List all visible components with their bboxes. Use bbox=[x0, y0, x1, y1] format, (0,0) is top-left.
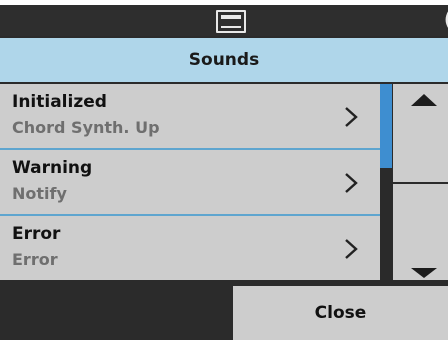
list-item-value: Error bbox=[12, 250, 58, 269]
scroll-up-button[interactable] bbox=[393, 84, 448, 182]
status-bar: ( bbox=[0, 0, 448, 36]
list-item-name: Error bbox=[12, 224, 61, 244]
list-item-name: Warning bbox=[12, 158, 93, 178]
page-header: Sounds bbox=[0, 38, 448, 82]
page-title: Sounds bbox=[188, 50, 260, 70]
scroll-down-button[interactable] bbox=[393, 184, 448, 280]
close-button-label: Close bbox=[314, 303, 367, 323]
list-item-value: Chord Synth. Up bbox=[12, 118, 160, 137]
list-item-name: Initialized bbox=[12, 92, 107, 112]
list-item-value: Notify bbox=[12, 184, 67, 203]
close-button[interactable]: Close bbox=[233, 286, 448, 340]
arrow-down-icon bbox=[411, 268, 437, 278]
sounds-list: Initialized Chord Synth. Up Warning Noti… bbox=[0, 84, 380, 280]
top-edge-strip bbox=[0, 0, 448, 5]
arrow-up-icon bbox=[411, 94, 437, 106]
chevron-right-icon bbox=[345, 239, 358, 259]
list-item-initialized[interactable]: Initialized Chord Synth. Up bbox=[0, 84, 380, 148]
status-indicator-icon: ( bbox=[444, 8, 448, 30]
list-item-warning[interactable]: Warning Notify bbox=[0, 150, 380, 214]
scanner-icon bbox=[216, 10, 246, 33]
scrollbar[interactable] bbox=[380, 84, 392, 280]
chevron-right-icon bbox=[345, 173, 358, 193]
scrollbar-thumb[interactable] bbox=[380, 84, 392, 168]
chevron-right-icon bbox=[345, 107, 358, 127]
list-item-error[interactable]: Error Error bbox=[0, 216, 380, 280]
